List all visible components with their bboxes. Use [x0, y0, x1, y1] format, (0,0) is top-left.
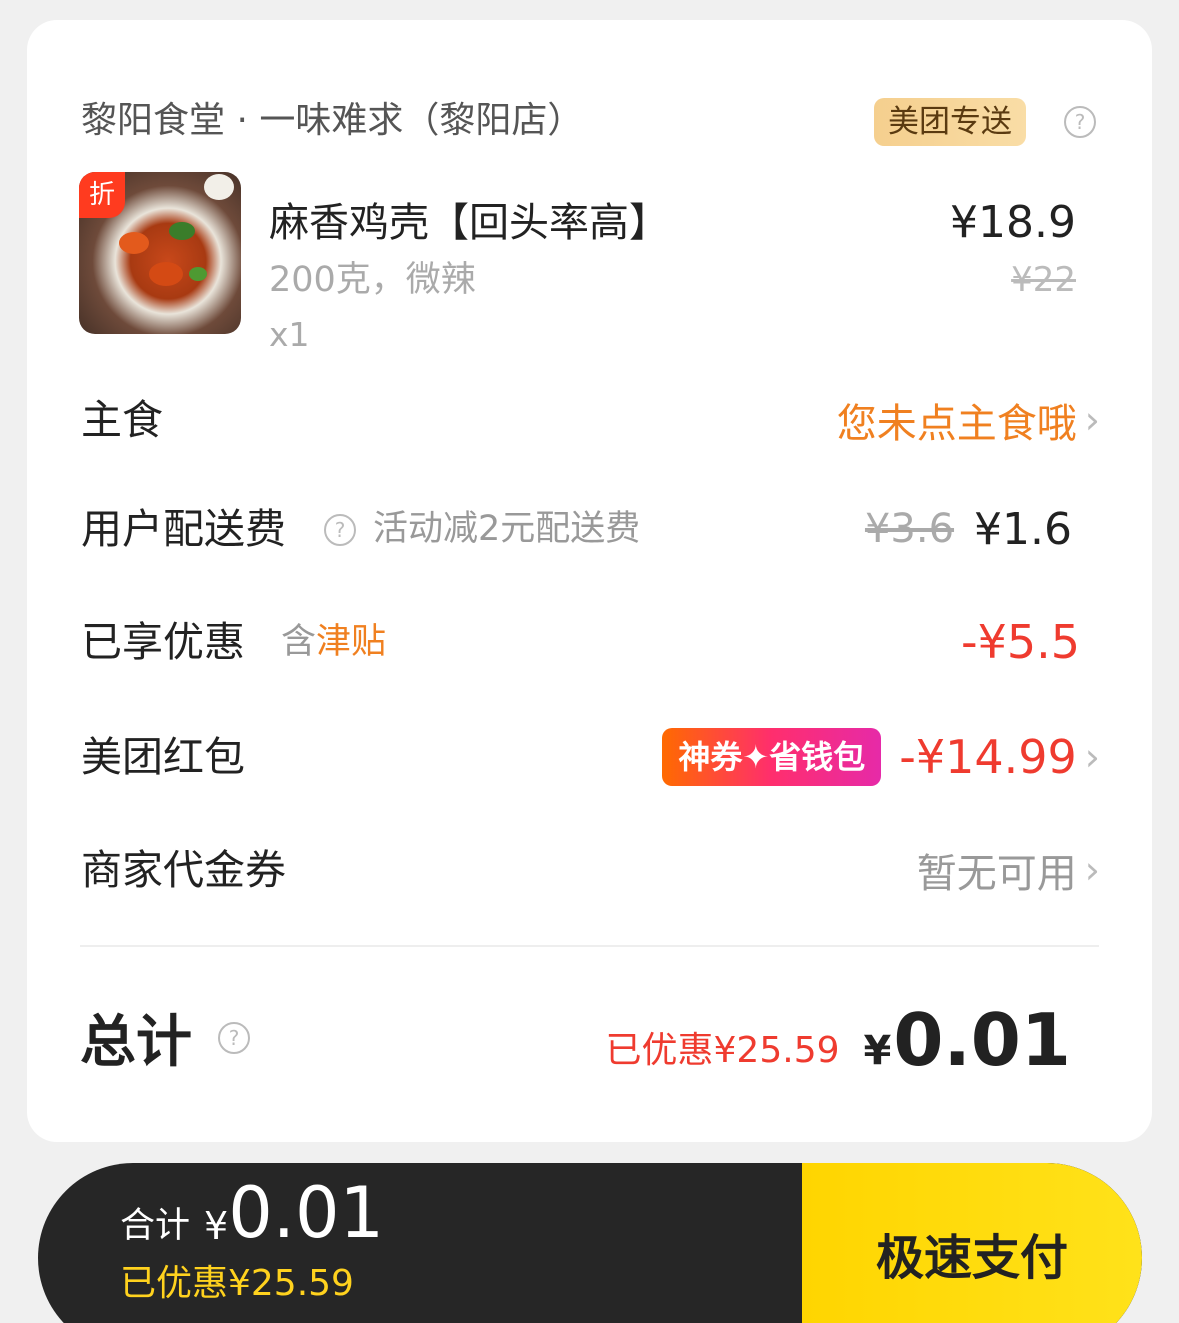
sum-yen: ¥: [204, 1204, 229, 1248]
item-quantity: x1: [269, 315, 310, 354]
discount-label: 已享优惠: [81, 618, 245, 666]
merchant-voucher-value: 暂无可用: [916, 851, 1077, 897]
shop-row: 黎阳食堂 · 一味难求（黎阳店） 美团专送 ?: [81, 98, 1114, 148]
red-packet-right: 神券✦省钱包 -¥14.99 ›: [662, 722, 1100, 792]
sum-saved: 已优惠¥25.59: [120, 1263, 354, 1304]
delivery-fee-original: ¥3.6: [864, 506, 955, 552]
discount-row: 已享优惠 含津贴 -¥5.5: [81, 607, 1100, 677]
item-price: ¥18.9: [950, 197, 1076, 248]
merchant-voucher-row[interactable]: 商家代金券 暂无可用 ›: [81, 835, 1100, 905]
merchant-voucher-label: 商家代金券: [81, 846, 286, 894]
staple-label: 主食: [81, 396, 163, 444]
red-packet-label: 美团红包: [81, 733, 245, 781]
chevron-right-icon: ›: [1084, 848, 1100, 892]
staple-row[interactable]: 主食 您未点主食哦 ›: [81, 385, 1100, 455]
divider: [80, 945, 1099, 947]
discount-note-highlight: 津贴: [316, 622, 387, 662]
red-packet-row[interactable]: 美团红包 神券✦省钱包 -¥14.99 ›: [81, 722, 1100, 792]
item-original-price: ¥22: [1011, 260, 1076, 300]
order-summary-card: 黎阳食堂 · 一味难求（黎阳店） 美团专送 ? 折 麻香鸡壳【回头率高】 200…: [27, 20, 1152, 1142]
total-amount: 0.01: [893, 998, 1071, 1082]
shop-name[interactable]: 黎阳食堂 · 一味难求（黎阳店）: [81, 98, 583, 144]
delivery-fee-label: 用户配送费: [81, 505, 286, 553]
order-item[interactable]: 折 麻香鸡壳【回头率高】 200克，微辣 x1 ¥18.9 ¥22: [79, 172, 1076, 362]
chevron-right-icon: ›: [1084, 398, 1100, 442]
total-saved: 已优惠¥25.59: [605, 1030, 840, 1071]
promo-tag: 神券✦省钱包: [662, 728, 882, 786]
discount-note-prefix: 含: [281, 622, 317, 662]
discount-value: -¥5.5: [960, 615, 1080, 669]
payment-summary: 合计 ¥ 0.01 已优惠¥25.59: [120, 1173, 384, 1309]
discount-tag: 折: [79, 172, 125, 218]
item-name: 麻香鸡壳【回头率高】: [269, 200, 669, 246]
item-spec: 200克，微辣: [269, 260, 476, 300]
total-yen: ¥: [863, 1028, 892, 1074]
help-icon[interactable]: ?: [218, 1022, 250, 1054]
delivery-fee-row: 用户配送费 ? 活动减2元配送费 ¥3.6 ¥1.6: [81, 494, 1100, 564]
red-packet-value: -¥14.99: [899, 730, 1077, 784]
delivery-fee-note: 活动减2元配送费: [373, 509, 641, 549]
delivery-fee-current: ¥1.6: [974, 503, 1072, 555]
sum-label: 合计: [120, 1206, 191, 1246]
merchant-voucher-right: 暂无可用 ›: [917, 835, 1100, 905]
delivery-fee-values: ¥3.6 ¥1.6: [865, 494, 1072, 564]
chevron-right-icon: ›: [1084, 735, 1100, 779]
staple-value: 您未点主食哦: [836, 401, 1077, 447]
discount-note: 含津贴: [281, 607, 386, 677]
payment-bar: 合计 ¥ 0.01 已优惠¥25.59 极速支付: [38, 1163, 1142, 1323]
help-icon[interactable]: ?: [1064, 106, 1096, 138]
sum-amount: 0.01: [228, 1172, 385, 1254]
help-icon[interactable]: ?: [324, 514, 356, 546]
total-label: 总计: [80, 1010, 192, 1075]
total-values: 已优惠¥25.59 ¥ 0.01: [606, 1000, 1071, 1080]
pay-button[interactable]: 极速支付: [802, 1163, 1142, 1323]
staple-right: 您未点主食哦 ›: [837, 385, 1100, 455]
delivery-badge: 美团专送: [874, 98, 1026, 146]
dish-thumbnail: 折: [79, 172, 241, 334]
